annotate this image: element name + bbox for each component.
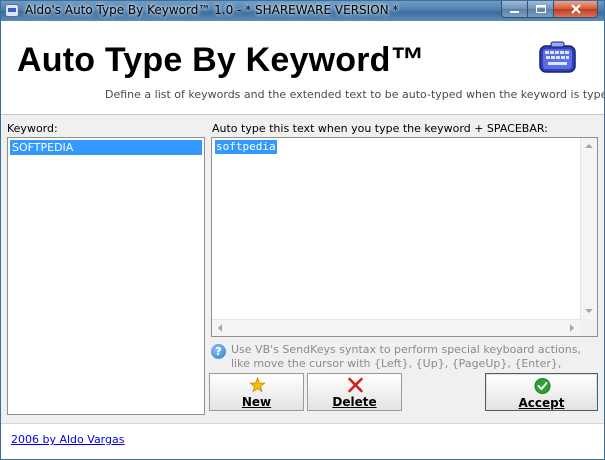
delete-button[interactable]: Delete: [307, 373, 402, 411]
scroll-up-icon: [585, 144, 593, 148]
keyboard-icon: [539, 41, 576, 73]
delete-x-icon: [348, 377, 363, 393]
close-icon: [570, 4, 581, 14]
horizontal-scrollbar[interactable]: [212, 319, 580, 336]
window-controls: [501, 1, 598, 19]
header-banner: Auto Type By Keyword™ Define a list of k…: [1, 21, 604, 115]
keyword-list[interactable]: SOFTPEDIA: [7, 137, 205, 415]
accept-button-label: Accept: [518, 396, 565, 410]
scroll-corner: [580, 319, 597, 336]
scroll-arrows-horizontal: [218, 324, 574, 332]
minimize-button[interactable]: [501, 1, 528, 18]
scroll-arrows-vertical: [585, 144, 593, 313]
maximize-icon: [535, 5, 546, 13]
new-button-label: New: [241, 395, 272, 409]
window-title: Aldo's Auto Type By Keyword™ 1.0 - * SHA…: [25, 3, 399, 17]
app-subtitle: Define a list of keywords and the extend…: [105, 88, 605, 101]
scroll-left-icon: [218, 324, 222, 332]
app-icon[interactable]: [5, 4, 19, 17]
scroll-down-icon: [585, 309, 593, 313]
new-button[interactable]: New: [209, 373, 304, 411]
close-button[interactable]: [554, 1, 598, 18]
autotype-label: Auto type this text when you type the ke…: [212, 122, 548, 135]
help-icon: ?: [211, 344, 226, 359]
vertical-scrollbar[interactable]: [580, 138, 597, 319]
title-bar[interactable]: Aldo's Auto Type By Keyword™ 1.0 - * SHA…: [1, 1, 604, 21]
autotype-text[interactable]: softpedia: [215, 140, 277, 154]
minimize-icon: [510, 11, 519, 13]
keyword-label: KKeyword:: [7, 122, 58, 135]
author-link[interactable]: 2006 by Aldo Vargas: [11, 433, 124, 446]
star-icon: [249, 377, 266, 393]
app-window: Aldo's Auto Type By Keyword™ 1.0 - * SHA…: [0, 0, 605, 460]
keyword-label-text: Keyword:: [7, 122, 58, 135]
list-item[interactable]: SOFTPEDIA: [10, 140, 202, 155]
app-heading: Auto Type By Keyword™: [17, 41, 425, 79]
check-icon: [534, 378, 551, 394]
maximize-button[interactable]: [528, 1, 554, 18]
autotype-textarea[interactable]: softpedia: [211, 137, 598, 337]
accept-button[interactable]: Accept: [485, 373, 598, 411]
delete-button-label: Delete: [332, 395, 377, 409]
scroll-right-icon: [570, 324, 574, 332]
footer-bar: 2006 by Aldo Vargas: [1, 423, 604, 459]
